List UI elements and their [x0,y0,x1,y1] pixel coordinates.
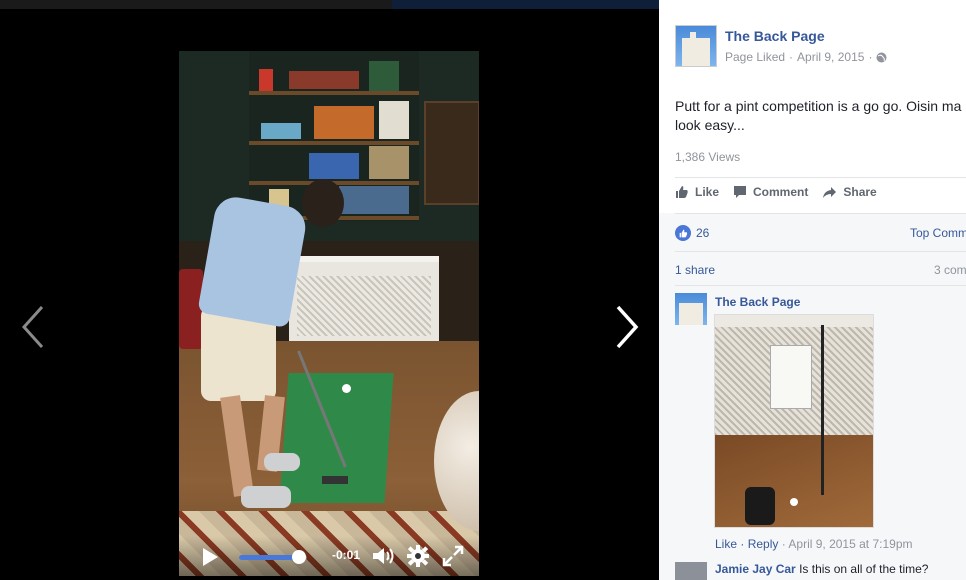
top-strip [0,0,659,9]
comment-separator: · [740,537,745,551]
competition-sign [770,345,812,409]
settings-gear-icon[interactable] [407,545,429,567]
person-head [302,179,344,227]
comment-author[interactable]: The Back Page [715,295,800,309]
post-text-line[interactable]: look easy... [675,116,966,135]
comment-avatar[interactable] [675,293,707,325]
comment-label: Comment [753,185,809,199]
meta-separator: · [868,50,873,64]
post-side-panel: The Back Page Page Liked · April 9, 2015… [659,0,966,580]
post-text: Putt for a pint competition is a go go. … [675,97,966,135]
post-actions: Like Comment Share [675,185,877,199]
comment-reply-link[interactable]: Reply [748,537,779,551]
page-name-link[interactable]: The Back Page [725,28,825,44]
photo-viewer: -0:01 [0,9,659,580]
divider [675,251,966,252]
chevron-right-icon[interactable] [612,304,642,350]
globe-icon [876,52,887,62]
comment-avatar[interactable] [675,562,707,580]
golf-ball [342,384,351,393]
divider [675,213,966,214]
comment-text: Is this on all of the time? [795,562,929,576]
comment-count[interactable]: 3 com [934,263,966,277]
page-liked-status[interactable]: Page Liked [725,50,785,64]
volume-icon[interactable] [371,545,395,567]
scene-scoreboard [424,101,479,205]
comment-author[interactable]: Jamie Jay Car [715,562,796,576]
share-button[interactable]: Share [822,185,877,199]
progress-knob[interactable] [291,550,306,564]
reaction-count: 26 [696,226,710,240]
comment-photo[interactable] [714,314,874,528]
share-label: Share [843,185,877,199]
thumbs-up-icon [676,186,688,198]
view-count: 1,386 Views [675,150,741,164]
chevron-left-icon[interactable] [18,304,48,350]
post-date[interactable]: April 9, 2015 [797,50,864,64]
comment: Jamie Jay Car Is this on all of the time… [715,562,928,576]
putter-head [322,476,348,484]
person-shoe [264,453,300,471]
like-reaction-icon [675,225,691,241]
post-text-line: Putt for a pint competition is a go go. … [675,98,962,114]
play-icon[interactable] [201,547,219,567]
person-shoe [241,486,291,508]
divider [675,177,966,178]
video-player[interactable]: -0:01 [179,51,479,576]
top-strip-dark [392,0,659,9]
scene-radiator [289,256,439,352]
progress-bar[interactable] [239,550,307,564]
reaction-summary[interactable]: 26 [675,225,709,241]
video-controls: -0:01 [179,536,479,576]
like-button[interactable]: Like [675,185,719,199]
comment-timestamp[interactable]: April 9, 2015 at 7:19pm [788,537,912,551]
divider [675,285,966,286]
comment-actions: Like · Reply · April 9, 2015 at 7:19pm [715,537,912,551]
page-avatar[interactable] [675,25,717,67]
comment-separator: · [781,537,786,551]
meta-separator: · [789,50,794,64]
share-arrow-icon [823,186,837,198]
fullscreen-icon[interactable] [442,545,464,567]
like-label: Like [695,185,720,199]
top-comments-dropdown[interactable]: Top Comm [910,226,966,240]
comment-like-link[interactable]: Like [715,537,737,551]
share-count-link[interactable]: 1 share [675,263,715,277]
comment-icon [734,186,747,198]
time-remaining: -0:01 [332,548,361,562]
progress-fill [239,555,299,560]
post-meta: Page Liked · April 9, 2015 · [725,50,887,64]
comment-button[interactable]: Comment [733,185,808,199]
